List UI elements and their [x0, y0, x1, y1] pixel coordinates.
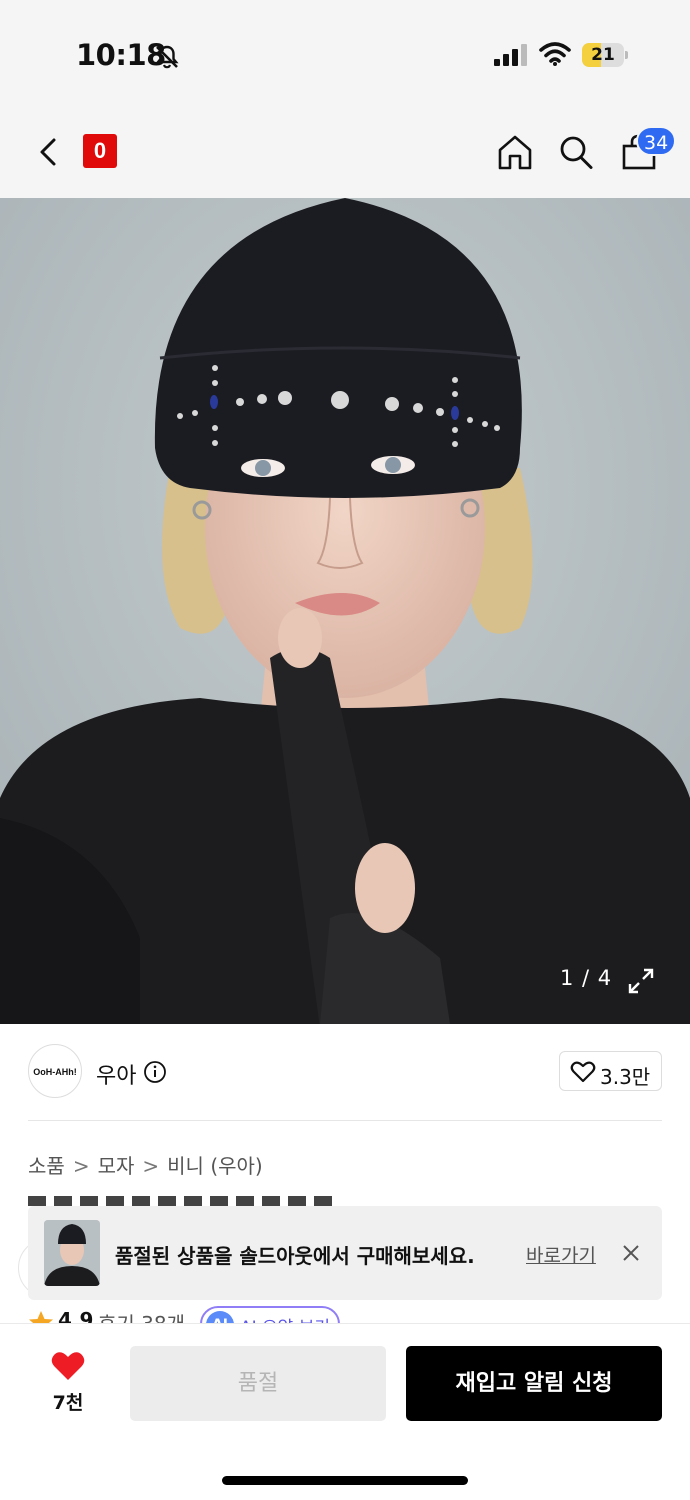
- soldout-button: 품절: [130, 1346, 386, 1421]
- product-image[interactable]: [0, 198, 690, 1024]
- cellular-signal-icon: [494, 44, 527, 66]
- divider: [28, 1120, 662, 1121]
- toast-go-link[interactable]: 바로가기: [526, 1241, 596, 1268]
- bell-slash-icon: [155, 45, 179, 69]
- soldout-toast: 품절된 상품을 솔드아웃에서 구매해보세요. 바로가기: [28, 1206, 662, 1300]
- search-icon[interactable]: [557, 132, 595, 172]
- product-photo: [0, 198, 690, 1024]
- back-button[interactable]: [32, 132, 66, 172]
- expand-icon[interactable]: [626, 966, 656, 996]
- bottom-action-bar: 7천 품절 재입고 알림 신청: [0, 1323, 690, 1500]
- breadcrumb-item-hats[interactable]: 모자: [98, 1150, 135, 1179]
- status-bar: 10:18 21: [0, 0, 690, 100]
- home-icon[interactable]: [496, 132, 534, 172]
- home-indicator[interactable]: [222, 1476, 468, 1485]
- breadcrumb-separator: >: [72, 1154, 90, 1178]
- battery-icon: 21: [582, 43, 628, 67]
- cart-count-badge: 34: [636, 126, 677, 156]
- brand-name[interactable]: 우아: [96, 1058, 136, 1090]
- wishlist-button[interactable]: 7천: [40, 1350, 96, 1416]
- wishlist-count: 7천: [52, 1392, 84, 1414]
- status-time: 10:18: [76, 38, 166, 72]
- breadcrumb-item-beanie[interactable]: 비니 (우아): [167, 1150, 263, 1179]
- brand-row: OoH-AHh! 우아 3.3만: [0, 1024, 690, 1120]
- brand-like-count: 3.3만: [600, 1065, 651, 1089]
- restock-alert-button[interactable]: 재입고 알림 신청: [406, 1346, 662, 1421]
- store-logo[interactable]: 0: [83, 134, 117, 168]
- image-counter: 1 / 4: [560, 966, 613, 990]
- battery-level: 21: [591, 45, 615, 65]
- toast-message: 품절된 상품을 솔드아웃에서 구매해보세요.: [115, 1244, 475, 1268]
- app-header: 0: [0, 100, 690, 198]
- info-icon[interactable]: [143, 1060, 167, 1084]
- brand-avatar[interactable]: OoH-AHh!: [28, 1044, 82, 1098]
- heart-outline-icon: [570, 1061, 596, 1083]
- brand-like-button[interactable]: 3.3만: [559, 1051, 662, 1091]
- breadcrumb-separator: >: [142, 1154, 160, 1178]
- breadcrumb-item-accessories[interactable]: 소품: [28, 1150, 65, 1179]
- toast-product-thumbnail: [44, 1220, 100, 1286]
- wifi-icon: [539, 42, 571, 66]
- breadcrumb: 소품 > 모자 > 비니 (우아): [28, 1150, 263, 1179]
- product-title-obscured: [28, 1190, 348, 1206]
- close-icon[interactable]: [620, 1242, 642, 1264]
- heart-filled-icon: [51, 1352, 85, 1380]
